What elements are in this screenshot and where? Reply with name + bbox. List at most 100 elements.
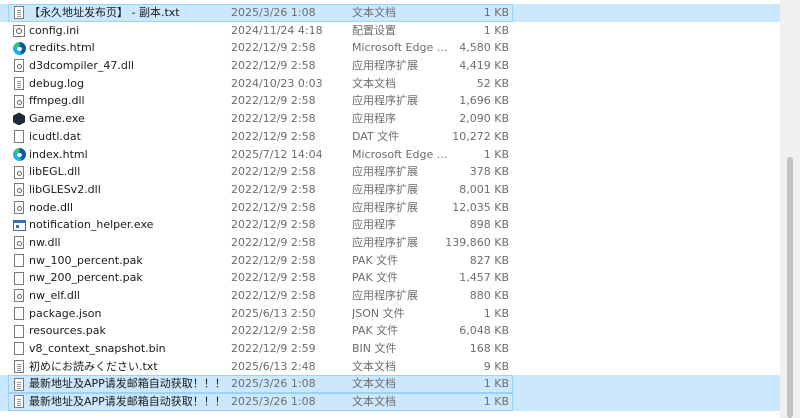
file-row[interactable]: icudtl.dat 2022/12/9 2:58 DAT 文件 10,272 … xyxy=(0,128,780,146)
file-date-modified: 2022/12/9 2:59 xyxy=(231,342,316,356)
file-size: 827 KB xyxy=(469,253,509,267)
file-icon-slot xyxy=(12,92,26,110)
file-icon-slot xyxy=(12,358,26,376)
file-name: config.ini xyxy=(29,23,80,37)
config-file-icon xyxy=(13,24,25,37)
file-type: 应用程序扩展 xyxy=(352,165,418,179)
file-row[interactable]: libGLESv2.dll 2022/12/9 2:58 应用程序扩展 8,00… xyxy=(0,181,780,199)
file-row[interactable]: nw_100_percent.pak 2022/12/9 2:58 PAK 文件… xyxy=(0,252,780,270)
file-type: DAT 文件 xyxy=(352,129,400,143)
file-size: 12,035 KB xyxy=(452,200,509,214)
file-size: 1 KB xyxy=(483,395,509,409)
file-row[interactable]: package.json 2025/6/13 2:50 JSON 文件 1 KB xyxy=(0,305,780,323)
file-size: 378 KB xyxy=(469,165,509,179)
file-row[interactable]: debug.log 2024/10/23 0:03 文本文档 52 KB xyxy=(0,75,780,93)
file-icon-slot xyxy=(12,181,26,199)
file-size: 898 KB xyxy=(469,218,509,232)
file-type: 应用程序 xyxy=(352,218,396,232)
file-date-modified: 2022/12/9 2:58 xyxy=(231,253,316,267)
file-date-modified: 2022/12/9 2:58 xyxy=(231,289,316,302)
file-row[interactable]: 最新地址及APP请发邮箱自动获取！！！... 2025/3/26 1:08 文本… xyxy=(0,375,780,394)
file-name: node.dll xyxy=(29,200,74,214)
scrollbar-thumb[interactable] xyxy=(787,157,793,418)
file-row[interactable]: nw_200_percent.pak 2022/12/9 2:58 PAK 文件… xyxy=(0,269,780,287)
file-name: 最新地址及APP请发邮箱自动获取！！！... xyxy=(29,395,226,409)
file-size: 1 KB xyxy=(483,306,509,320)
file-icon-slot xyxy=(12,340,26,358)
file-type: 文本文档 xyxy=(352,395,396,409)
file-type: BIN 文件 xyxy=(352,342,397,356)
file-row[interactable]: notification_helper.exe 2022/12/9 2:58 应… xyxy=(0,216,780,234)
file-row[interactable]: config.ini 2024/11/24 4:18 配置设置 1 KB xyxy=(0,22,780,40)
file-row[interactable]: ffmpeg.dll 2022/12/9 2:58 应用程序扩展 1,696 K… xyxy=(0,92,780,110)
file-date-modified: 2022/12/9 2:58 xyxy=(231,218,316,232)
file-date-modified: 2025/3/26 1:08 xyxy=(231,395,316,409)
file-name: d3dcompiler_47.dll xyxy=(29,59,134,73)
blank-file-icon xyxy=(14,130,24,144)
file-date-modified: 2022/12/9 2:58 xyxy=(231,129,316,143)
file-row[interactable]: libEGL.dll 2022/12/9 2:58 应用程序扩展 378 KB xyxy=(0,163,780,181)
file-size: 2,090 KB xyxy=(459,112,509,126)
file-size: 9 KB xyxy=(483,359,509,373)
file-icon-slot xyxy=(12,39,26,57)
file-icon-slot xyxy=(12,216,26,234)
file-row[interactable]: node.dll 2022/12/9 2:58 应用程序扩展 12,035 KB xyxy=(0,199,780,217)
file-date-modified: 2022/12/9 2:58 xyxy=(231,41,316,55)
file-row[interactable]: nw.dll 2022/12/9 2:58 应用程序扩展 139,860 KB xyxy=(0,234,780,252)
file-icon-slot xyxy=(12,128,26,146)
file-icon-slot xyxy=(12,269,26,287)
file-icon-slot xyxy=(12,22,26,40)
file-name: libEGL.dll xyxy=(29,165,81,179)
file-row[interactable]: nw_elf.dll 2022/12/9 2:58 应用程序扩展 880 KB xyxy=(0,287,780,305)
file-row[interactable]: Game.exe 2022/12/9 2:58 应用程序 2,090 KB xyxy=(0,110,780,128)
file-icon-slot xyxy=(12,252,26,270)
file-row[interactable]: v8_context_snapshot.bin 2022/12/9 2:59 B… xyxy=(0,340,780,358)
file-date-modified: 2025/6/13 2:50 xyxy=(231,306,316,320)
file-date-modified: 2024/11/24 4:18 xyxy=(231,23,323,37)
file-row[interactable]: resources.pak 2022/12/9 2:58 PAK 文件 6,04… xyxy=(0,322,780,340)
file-size: 1 KB xyxy=(483,147,509,161)
file-row[interactable]: 初めにお読みください.txt 2025/6/13 2:48 文本文档 9 KB xyxy=(0,358,780,376)
file-icon-slot xyxy=(12,287,26,305)
file-row[interactable]: credits.html 2022/12/9 2:58 Microsoft Ed… xyxy=(0,39,780,57)
dll-file-icon xyxy=(14,183,24,197)
dll-file-icon xyxy=(14,236,24,250)
file-row[interactable]: d3dcompiler_47.dll 2022/12/9 2:58 应用程序扩展… xyxy=(0,57,780,75)
file-type: 文本文档 xyxy=(352,6,396,19)
file-size: 168 KB xyxy=(469,342,509,356)
file-icon-slot xyxy=(12,163,26,181)
file-icon-slot xyxy=(12,305,26,323)
file-size: 880 KB xyxy=(469,289,509,302)
file-name: 最新地址及APP请发邮箱自动获取！！！... xyxy=(29,377,226,391)
file-size: 1,457 KB xyxy=(459,271,509,285)
file-icon-slot xyxy=(12,393,26,411)
edge-icon xyxy=(12,147,26,161)
file-size: 1,696 KB xyxy=(459,94,509,108)
file-date-modified: 2022/12/9 2:58 xyxy=(231,235,316,249)
file-icon-slot xyxy=(12,146,26,164)
file-row[interactable]: 【永久地址发布页】 - 副本.txt 2025/3/26 1:08 文本文档 1… xyxy=(0,4,780,22)
file-row[interactable]: 最新地址及APP请发邮箱自动获取！！！... 2025/3/26 1:08 文本… xyxy=(0,393,780,411)
blank-file-icon xyxy=(14,271,24,285)
file-type: 应用程序扩展 xyxy=(352,59,418,73)
file-size: 4,580 KB xyxy=(459,41,509,55)
file-date-modified: 2022/12/9 2:58 xyxy=(231,94,316,108)
file-type: Microsoft Edge ... xyxy=(352,147,448,161)
file-icon-slot xyxy=(12,199,26,217)
file-type: 应用程序扩展 xyxy=(352,94,418,108)
blank-file-icon xyxy=(14,253,24,267)
file-type: 文本文档 xyxy=(352,377,396,391)
file-size: 4,419 KB xyxy=(459,59,509,73)
file-size: 139,860 KB xyxy=(445,235,509,249)
file-type: 应用程序扩展 xyxy=(352,289,418,302)
file-size: 1 KB xyxy=(483,23,509,37)
file-size: 6,048 KB xyxy=(459,324,509,338)
file-icon-slot xyxy=(12,375,26,393)
file-icon-slot xyxy=(12,57,26,75)
file-row[interactable]: index.html 2025/7/12 14:04 Microsoft Edg… xyxy=(0,146,780,164)
text-file-icon xyxy=(14,6,24,20)
vertical-scrollbar[interactable] xyxy=(780,0,800,418)
file-list: 【永久地址发布页】 - 副本.txt 2025/3/26 1:08 文本文档 1… xyxy=(0,4,780,411)
file-date-modified: 2022/12/9 2:58 xyxy=(231,112,316,126)
file-size: 8,001 KB xyxy=(459,182,509,196)
